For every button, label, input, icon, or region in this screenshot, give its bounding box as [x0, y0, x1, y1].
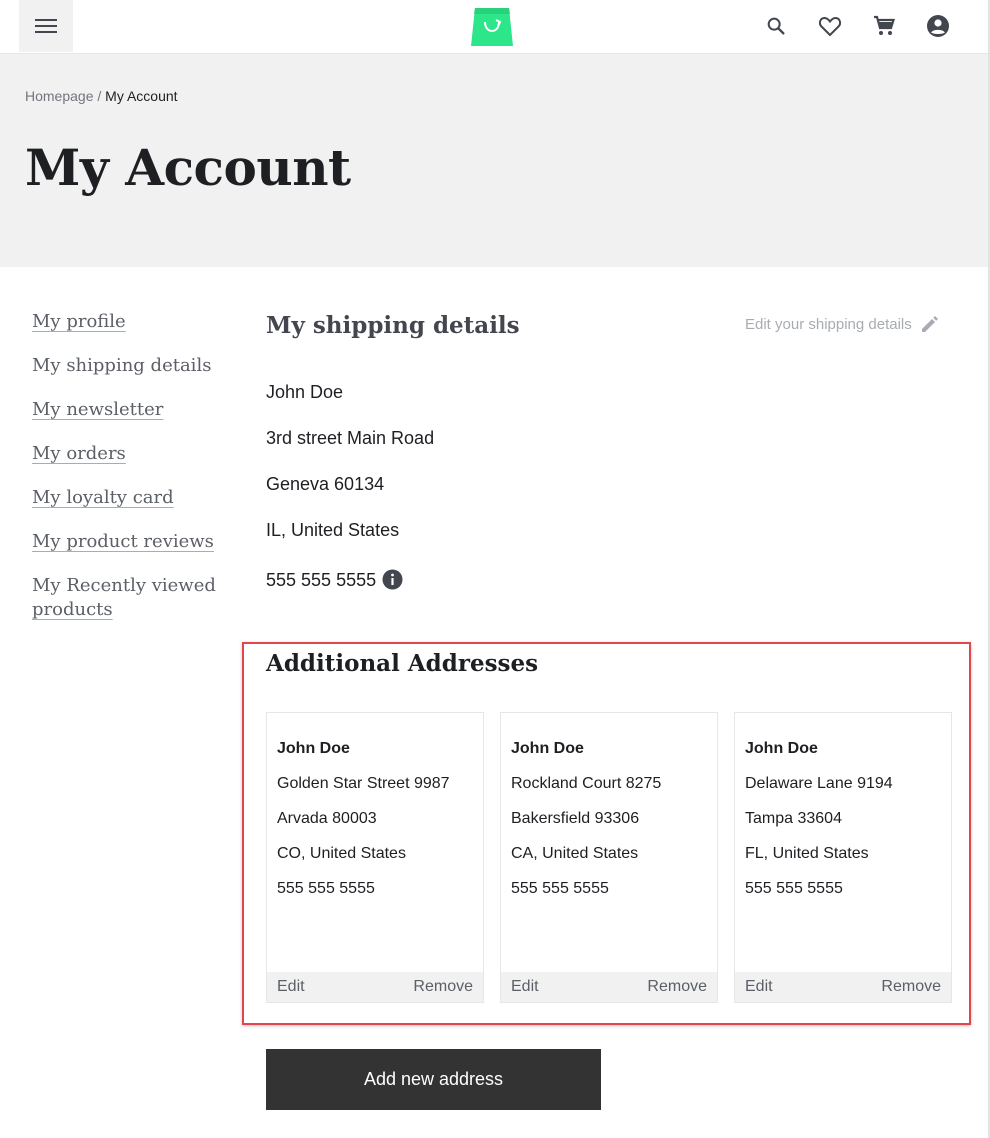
address-card-name: John Doe — [511, 740, 584, 757]
address-card-actions: Edit Remove — [267, 972, 483, 1002]
sidebar-item-my-orders[interactable]: My orders — [32, 442, 222, 466]
sidebar-item-my-newsletter[interactable]: My newsletter — [32, 398, 222, 422]
shipping-city: Geneva 60134 — [266, 474, 385, 494]
search-button[interactable] — [763, 13, 789, 39]
address-remove-button[interactable]: Remove — [881, 978, 941, 996]
address-card-phone: 555 555 5555 — [277, 880, 375, 897]
shipping-street: 3rd street Main Road — [266, 428, 435, 448]
breadcrumb-separator: / — [93, 88, 106, 104]
shopping-bag-logo-icon — [471, 8, 513, 46]
breadcrumb-home-link[interactable]: Homepage — [25, 88, 94, 104]
address-card-phone: 555 555 5555 — [511, 880, 609, 897]
shipping-name: John Doe — [266, 382, 344, 402]
address-remove-button[interactable]: Remove — [647, 978, 707, 996]
address-remove-button[interactable]: Remove — [413, 978, 473, 996]
heart-icon — [818, 16, 842, 37]
account-sidebar: My profile My shipping details My newsle… — [32, 310, 222, 622]
sidebar-item-my-profile[interactable]: My profile — [32, 310, 222, 334]
address-card-street: Rockland Court 8275 — [511, 775, 662, 792]
hamburger-menu-button[interactable] — [19, 0, 73, 52]
page-title: My Account — [25, 138, 351, 197]
wishlist-button[interactable] — [817, 13, 843, 39]
pencil-icon — [921, 316, 938, 332]
breadcrumb-current: My Account — [105, 88, 178, 104]
address-edit-button[interactable]: Edit — [511, 978, 539, 996]
address-card-actions: Edit Remove — [501, 972, 717, 1002]
breadcrumb: Homepage / My Account — [25, 88, 178, 104]
sidebar-item-my-loyalty-card[interactable]: My loyalty card — [32, 486, 222, 510]
address-card-region: FL, United States — [745, 845, 869, 862]
address-card: John Doe Delaware Lane 9194 Tampa 33604 … — [734, 712, 952, 1003]
address-card-phone: 555 555 5555 — [745, 880, 843, 897]
address-card-city: Tampa 33604 — [745, 810, 842, 827]
address-card: John Doe Rockland Court 8275 Bakersfield… — [500, 712, 718, 1003]
shipping-phone-row: 555 555 5555 — [266, 569, 403, 591]
account-button[interactable] — [925, 13, 951, 39]
edit-shipping-details-label: Edit your shipping details — [745, 315, 912, 333]
address-card-region: CO, United States — [277, 845, 406, 862]
cart-icon — [874, 15, 895, 35]
top-navigation-bar — [0, 0, 988, 54]
hamburger-menu-icon — [35, 19, 57, 33]
shop-logo[interactable] — [469, 4, 515, 48]
search-icon — [767, 17, 785, 35]
shipping-region: IL, United States — [266, 520, 400, 540]
sidebar-item-my-shipping-details[interactable]: My shipping details — [32, 354, 222, 378]
address-card-actions: Edit Remove — [735, 972, 951, 1002]
address-card-city: Arvada 80003 — [277, 810, 377, 827]
sidebar-item-my-product-reviews[interactable]: My product reviews — [32, 530, 222, 554]
address-edit-button[interactable]: Edit — [277, 978, 305, 996]
address-card-name: John Doe — [277, 740, 350, 757]
additional-addresses-title: Additional Addresses — [266, 650, 539, 677]
cart-button[interactable] — [871, 13, 897, 39]
shipping-phone: 555 555 5555 — [266, 570, 377, 590]
account-icon — [927, 15, 949, 37]
address-card-city: Bakersfield 93306 — [511, 810, 640, 827]
edit-shipping-details-link[interactable]: Edit your shipping details — [745, 314, 940, 334]
shipping-details-title: My shipping details — [266, 312, 520, 339]
page-hero: Homepage / My Account My Account — [0, 54, 988, 267]
address-card-region: CA, United States — [511, 845, 639, 862]
address-card: John Doe Golden Star Street 9987 Arvada … — [266, 712, 484, 1003]
sidebar-item-recently-viewed[interactable]: My Recently viewed products — [32, 574, 222, 622]
sidebar-item-recently-viewed-line1: My Recently viewed — [32, 575, 216, 596]
address-edit-button[interactable]: Edit — [745, 978, 773, 996]
sidebar-item-recently-viewed-line2: products — [32, 599, 113, 620]
address-card-name: John Doe — [745, 740, 818, 757]
info-icon[interactable] — [382, 569, 403, 590]
address-card-street: Delaware Lane 9194 — [745, 775, 893, 792]
address-card-street: Golden Star Street 9987 — [277, 775, 450, 792]
add-new-address-button[interactable]: Add new address — [266, 1049, 601, 1110]
